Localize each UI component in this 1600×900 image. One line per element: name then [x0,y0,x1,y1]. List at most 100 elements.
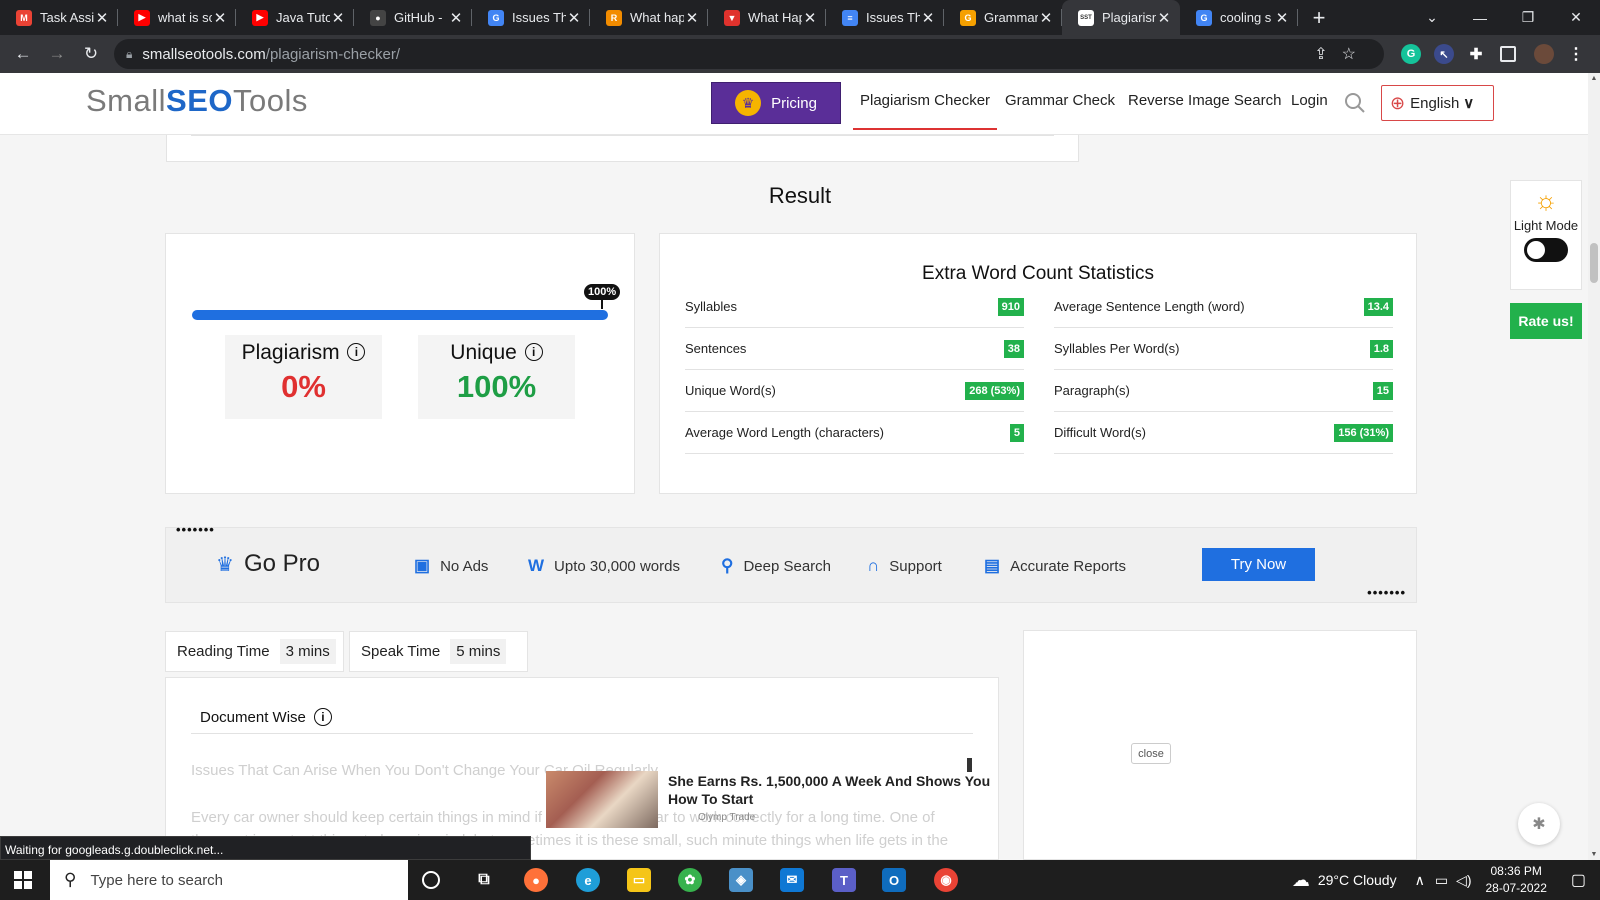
tab-close-icon[interactable]: ✕ [920,9,936,27]
cortana-icon[interactable] [422,871,440,889]
browser-tab[interactable]: ▶ what is sc ✕ [118,0,236,35]
mail-icon[interactable]: ✉ [780,868,804,892]
crown-icon: ♛ [735,90,762,116]
browser-tab[interactable]: ▶ Java Tuto ✕ [236,0,354,35]
chrome-icon[interactable]: ◉ [934,868,958,892]
go-pro-title: ♛ Go Pro [216,550,320,578]
stat-row: Sentences 38 [685,328,1024,370]
info-icon[interactable]: i [313,708,332,726]
ad-close-button[interactable]: close [1131,743,1171,764]
divider [191,733,973,734]
clock[interactable]: 08:36 PM 28-07-2022 [1485,863,1546,897]
info-icon[interactable]: i [347,343,366,361]
reload-button[interactable]: ↻ [74,44,108,64]
app-icon[interactable]: ◈ [729,868,753,892]
back-button[interactable]: ← [6,44,40,64]
scroll-down-arrow[interactable]: ▼ [1588,851,1600,858]
edge-icon[interactable]: e [576,868,600,892]
browser-tab[interactable]: M Task Assig✕ [0,0,118,35]
tab-close-icon[interactable]: ✕ [94,9,110,27]
dark-mode-toggle[interactable] [1524,238,1568,262]
teams-icon[interactable]: T [832,868,856,892]
pricing-button[interactable]: ♛ Pricing [711,82,841,124]
puzzle-extensions-icon[interactable]: ✚ [1466,44,1486,64]
site-logo[interactable]: SmallSEOTools [86,83,308,119]
side-panel-icon[interactable] [1500,46,1516,62]
tab-search-chevron-icon[interactable]: ⌄ [1408,9,1456,26]
forward-button[interactable]: → [40,44,74,64]
scrollbar-thumb[interactable] [1590,243,1598,283]
tab-close-icon[interactable]: ✕ [1274,9,1290,27]
search-icon[interactable] [1344,92,1366,114]
plagiarism-label: Plagiarism [241,341,340,364]
task-view-icon[interactable]: ⧉ [472,868,496,892]
tab-close-icon[interactable]: ✕ [212,9,228,27]
tray-chevron-icon[interactable]: ∧ [1415,872,1425,889]
rate-us-button[interactable]: Rate us! [1510,303,1582,339]
tab-title: what is sc [158,10,212,25]
ad-thumbnail[interactable] [546,771,658,828]
tab-close-icon[interactable]: ✕ [566,9,582,27]
try-now-button[interactable]: Try Now [1202,548,1315,581]
tab-close-icon[interactable]: ✕ [684,9,700,27]
nav-plagiarism-checker[interactable]: Plagiarism Checker [852,92,998,130]
outlook-icon[interactable]: O [882,868,906,892]
file-explorer-icon[interactable]: ▭ [627,868,651,892]
nav-grammar-check[interactable]: Grammar Check [1005,92,1115,109]
language-select[interactable]: ⊕ English ∨ [1381,85,1494,121]
tab-title: Issues Th [512,10,566,25]
browser-tab[interactable]: SST Plagiarism✕ [1062,0,1180,35]
ad-headline[interactable]: She Earns Rs. 1,500,000 A Week And Shows… [668,772,1013,808]
new-tab-button[interactable]: + [1304,5,1334,31]
minimize-button[interactable]: — [1456,10,1504,26]
volume-icon[interactable]: ◁) [1456,872,1471,889]
notifications-icon[interactable]: ▢ [1571,870,1586,890]
battery-icon[interactable]: ▭ [1435,872,1448,889]
feature-label: Accurate Reports [1010,557,1126,575]
logo-mark: SEO [166,83,233,118]
extension-icon[interactable]: ↖ [1434,44,1454,64]
address-bar[interactable]: 🔒︎ smallseotools.com/plagiarism-checker/… [114,39,1384,69]
close-window-button[interactable]: ✕ [1552,9,1600,26]
tab-close-icon[interactable]: ✕ [448,9,464,27]
decorative-dots: ••••••• [176,522,215,537]
browser-tab[interactable]: ≡ Issues Th ✕ [826,0,944,35]
windows-start-icon[interactable] [14,871,32,889]
browser-tab[interactable]: R What hap ✕ [590,0,708,35]
firefox-icon[interactable]: ● [524,868,548,892]
stat-row: Paragraph(s) 15 [1054,370,1393,412]
stat-label: Difficult Word(s) [1054,425,1146,440]
browser-tab[interactable]: Gcooling s ✕ [1180,0,1298,35]
bug-report-icon[interactable]: ✱ [1518,803,1560,845]
go-pro-label: Go Pro [243,550,320,577]
taskbar-search-box[interactable]: ⚲ Type here to search [50,860,408,900]
grammarly-extension-icon[interactable]: G [1401,44,1421,64]
speak-time-label: Speak Time [361,643,441,660]
info-icon[interactable]: i [524,343,543,361]
tab-close-icon[interactable]: ✕ [330,9,346,27]
profile-avatar[interactable] [1534,44,1554,64]
browser-menu-icon[interactable]: ⋮ [1566,44,1586,64]
tab-close-icon[interactable]: ✕ [802,9,818,27]
feature-label: Deep Search [743,557,832,575]
weather-text[interactable]: 29°C Cloudy [1318,872,1397,888]
stat-badge: 910 [997,297,1024,316]
logo-suffix: Tools [232,83,308,118]
tab-close-icon[interactable]: ✕ [1038,9,1054,27]
browser-tab[interactable]: G Grammar ✕ [944,0,1062,35]
unique-stat-box: Unique i 100% [418,335,575,419]
nav-login[interactable]: Login [1291,92,1328,109]
nav-reverse-image-search[interactable]: Reverse Image Search [1128,92,1281,109]
page-scrollbar[interactable]: ▲ ▼ [1588,73,1600,860]
browser-tab[interactable]: ● GitHub - ✕ [354,0,472,35]
tab-close-icon[interactable]: ✕ [1156,9,1172,27]
sponsored-ad[interactable]: She Earns Rs. 1,500,000 A Week And Shows… [546,769,1016,837]
scroll-up-arrow[interactable]: ▲ [1588,75,1600,82]
share-and-bookmark-icons[interactable]: ⇪☆ [1314,44,1370,64]
brave-icon: ▼ [724,9,740,26]
restore-button[interactable]: ❐ [1504,9,1552,26]
browser-tab[interactable]: G Issues Th ✕ [472,0,590,35]
app-icon[interactable]: ✿ [678,868,702,892]
browser-tab[interactable]: ▼ What Hap ✕ [708,0,826,35]
plagiarism-value: 0% [281,369,326,404]
